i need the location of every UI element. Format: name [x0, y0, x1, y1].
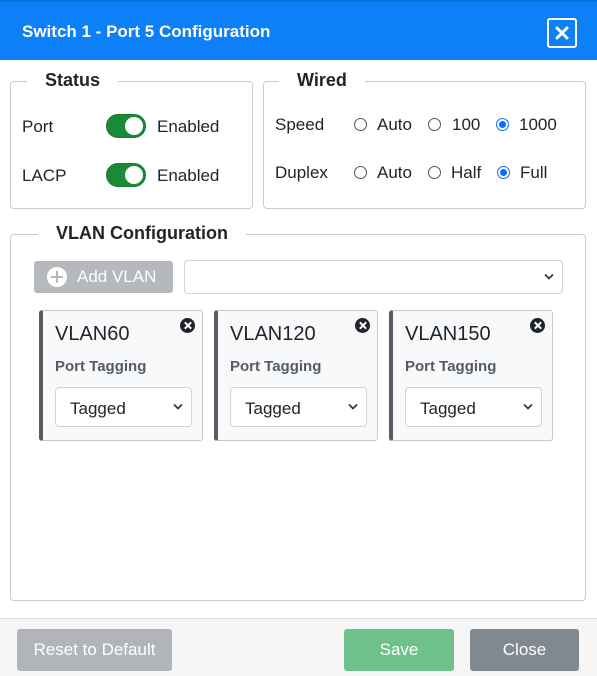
remove-vlan-icon[interactable]: [180, 318, 195, 333]
remove-vlan-icon[interactable]: [530, 318, 545, 333]
duplex-full-radio[interactable]: [497, 166, 510, 179]
chevron-down-icon: [173, 403, 183, 410]
add-vlan-label: Add VLAN: [77, 267, 157, 286]
save-button[interactable]: Save: [344, 629, 454, 671]
speed-auto-label: Auto: [377, 115, 412, 134]
status-legend: Status: [27, 70, 119, 91]
port-toggle[interactable]: [106, 114, 146, 138]
plus-circle-icon: [47, 267, 67, 287]
wired-panel: [263, 81, 586, 209]
duplex-label: Duplex: [275, 163, 328, 182]
port-label: Port: [22, 117, 54, 136]
speed-100-radio[interactable]: [428, 118, 441, 131]
port-tagging-label: Port Tagging: [230, 358, 322, 375]
speed-auto-radio[interactable]: [354, 118, 367, 131]
reset-to-default-button[interactable]: Reset to Default: [17, 629, 172, 671]
duplex-auto-label: Auto: [377, 163, 412, 182]
speed-1000-label: 1000: [519, 115, 557, 134]
port-tagging-label: Port Tagging: [55, 358, 147, 375]
lacp-toggle[interactable]: [106, 163, 146, 187]
dialog-footer: Reset to Default Save Close: [0, 618, 597, 676]
close-button[interactable]: Close: [470, 629, 579, 671]
port-tagging-value: Tagged: [245, 399, 301, 418]
port-state: Enabled: [157, 117, 220, 136]
port-tagging-label: Port Tagging: [405, 358, 497, 375]
status-panel: [10, 81, 253, 209]
port-tagging-value: Tagged: [70, 399, 126, 418]
duplex-auto-radio[interactable]: [354, 166, 367, 179]
port-tagging-value: Tagged: [420, 399, 476, 418]
wired-legend: Wired: [279, 70, 365, 91]
vlan-name: VLAN60: [55, 323, 130, 345]
speed-100-label: 100: [452, 115, 481, 134]
close-icon: [555, 26, 569, 40]
vlan-select[interactable]: [184, 260, 563, 294]
port-tagging-select[interactable]: Tagged: [230, 387, 367, 427]
close-dialog-button[interactable]: [547, 18, 577, 48]
dialog-header: Switch 1 - Port 5 Configuration: [0, 0, 597, 60]
port-tagging-select[interactable]: Tagged: [405, 387, 542, 427]
chevron-down-icon: [348, 403, 358, 410]
remove-vlan-icon[interactable]: [355, 318, 370, 333]
chevron-down-icon: [544, 273, 554, 280]
lacp-label: LACP: [22, 166, 67, 185]
dialog-title: Switch 1 - Port 5 Configuration: [22, 22, 271, 41]
vlan-name: VLAN120: [230, 323, 316, 345]
toggle-knob: [125, 166, 143, 184]
vlan-card: VLAN150 Port Tagging Tagged: [389, 310, 553, 441]
add-vlan-button[interactable]: Add VLAN: [34, 261, 173, 293]
toggle-knob: [125, 117, 143, 135]
duplex-full-label: Full: [520, 163, 548, 182]
port-tagging-select[interactable]: Tagged: [55, 387, 192, 427]
vlan-legend: VLAN Configuration: [38, 223, 246, 244]
speed-label: Speed: [275, 115, 325, 134]
speed-1000-radio[interactable]: [496, 118, 509, 131]
chevron-down-icon: [523, 403, 533, 410]
lacp-state: Enabled: [157, 166, 220, 185]
vlan-name: VLAN150: [405, 323, 491, 345]
duplex-half-radio[interactable]: [428, 166, 441, 179]
vlan-card: VLAN60 Port Tagging Tagged: [39, 310, 203, 441]
vlan-card: VLAN120 Port Tagging Tagged: [214, 310, 378, 441]
duplex-half-label: Half: [451, 163, 482, 182]
